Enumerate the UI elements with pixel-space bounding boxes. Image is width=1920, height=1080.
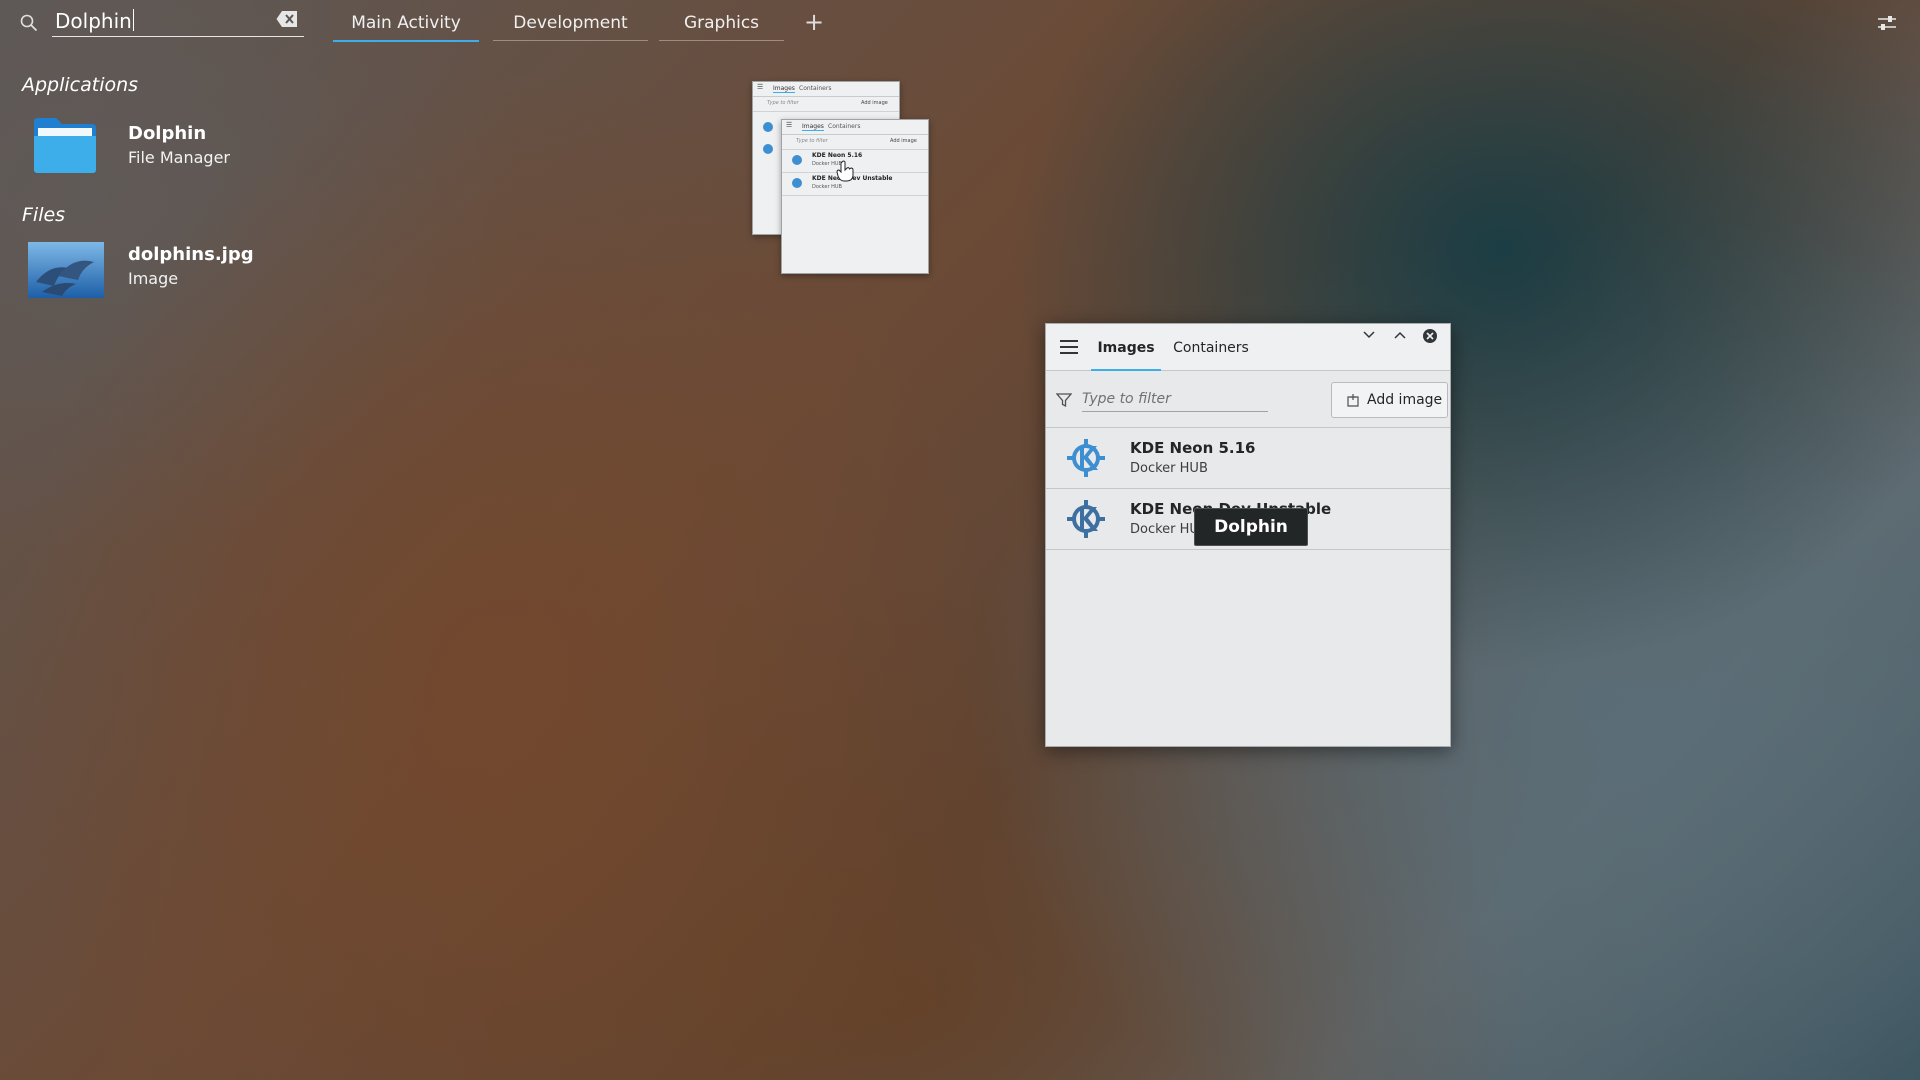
item-subtitle: Docker HUB [1130, 461, 1208, 476]
minimize-icon[interactable] [1362, 330, 1376, 340]
thumb-item-title: KDE Neon 5.16 [812, 152, 863, 159]
tooltip: Dolphin [1194, 508, 1308, 546]
image-thumbnail [28, 242, 104, 298]
thumb-filter: Type to filter [796, 138, 828, 144]
kde-logo-icon [792, 178, 802, 188]
tab-main-activity[interactable]: Main Activity [333, 6, 479, 42]
kde-logo-icon [792, 155, 802, 165]
window-thumbnail-front[interactable]: ☰ Images Containers Type to filter Add i… [781, 119, 929, 274]
kde-logo-icon [1067, 500, 1105, 538]
result-title: Dolphin [128, 123, 207, 144]
kde-logo-icon [763, 122, 773, 132]
tab-development[interactable]: Development [493, 6, 648, 41]
folder-icon [34, 118, 96, 173]
tab-images[interactable]: Images [1091, 335, 1161, 371]
thumb-add-image: Add image [861, 100, 888, 106]
kde-logo-icon [763, 144, 773, 154]
kde-logo-icon [1067, 439, 1105, 477]
maximize-icon[interactable] [1393, 330, 1407, 340]
thumb-add-image: Add image [890, 138, 917, 144]
add-image-button[interactable]: Add image [1331, 382, 1448, 418]
configure-icon[interactable] [1876, 12, 1898, 34]
thumb-tab-containers: Containers [828, 123, 861, 130]
item-title: KDE Neon 5.16 [1130, 439, 1256, 457]
list-item[interactable]: KDE Neon 5.16 Docker HUB [1046, 428, 1450, 489]
filter-input[interactable]: Type to filter [1082, 391, 1268, 412]
clear-search-icon[interactable] [276, 10, 298, 28]
hamburger-menu-icon[interactable] [1060, 340, 1078, 354]
window-titlebar[interactable]: Images Containers [1046, 324, 1450, 371]
result-subtitle: Image [128, 269, 179, 288]
thumb-tab-images: Images [802, 123, 824, 131]
result-subtitle: File Manager [128, 148, 230, 167]
tab-containers[interactable]: Containers [1171, 335, 1251, 369]
thumb-tab-containers: Containers [799, 85, 832, 92]
tab-graphics[interactable]: Graphics [659, 6, 784, 41]
add-image-label: Add image [1367, 392, 1443, 408]
filter-icon [1056, 393, 1072, 408]
search-input[interactable]: Dolphin [52, 6, 304, 37]
result-title: dolphins.jpg [128, 244, 254, 265]
search-query-text: Dolphin [55, 9, 132, 33]
add-image-icon [1347, 394, 1359, 407]
files-heading: Files [22, 204, 66, 226]
thumb-item-subtitle: Docker HUB [812, 184, 842, 190]
filter-bar: Type to filter Add image [1046, 371, 1450, 428]
thumb-tab-images: Images [773, 85, 795, 93]
close-icon[interactable] [1422, 328, 1438, 344]
hand-cursor-icon [836, 160, 854, 182]
add-activity-button[interactable]: + [800, 8, 828, 36]
result-dolphins-file[interactable]: dolphins.jpg Image [22, 238, 322, 300]
thumb-filter: Type to filter [767, 100, 799, 106]
result-dolphin-app[interactable]: Dolphin File Manager [22, 110, 322, 178]
search-icon [20, 14, 38, 32]
applications-heading: Applications [22, 74, 139, 96]
